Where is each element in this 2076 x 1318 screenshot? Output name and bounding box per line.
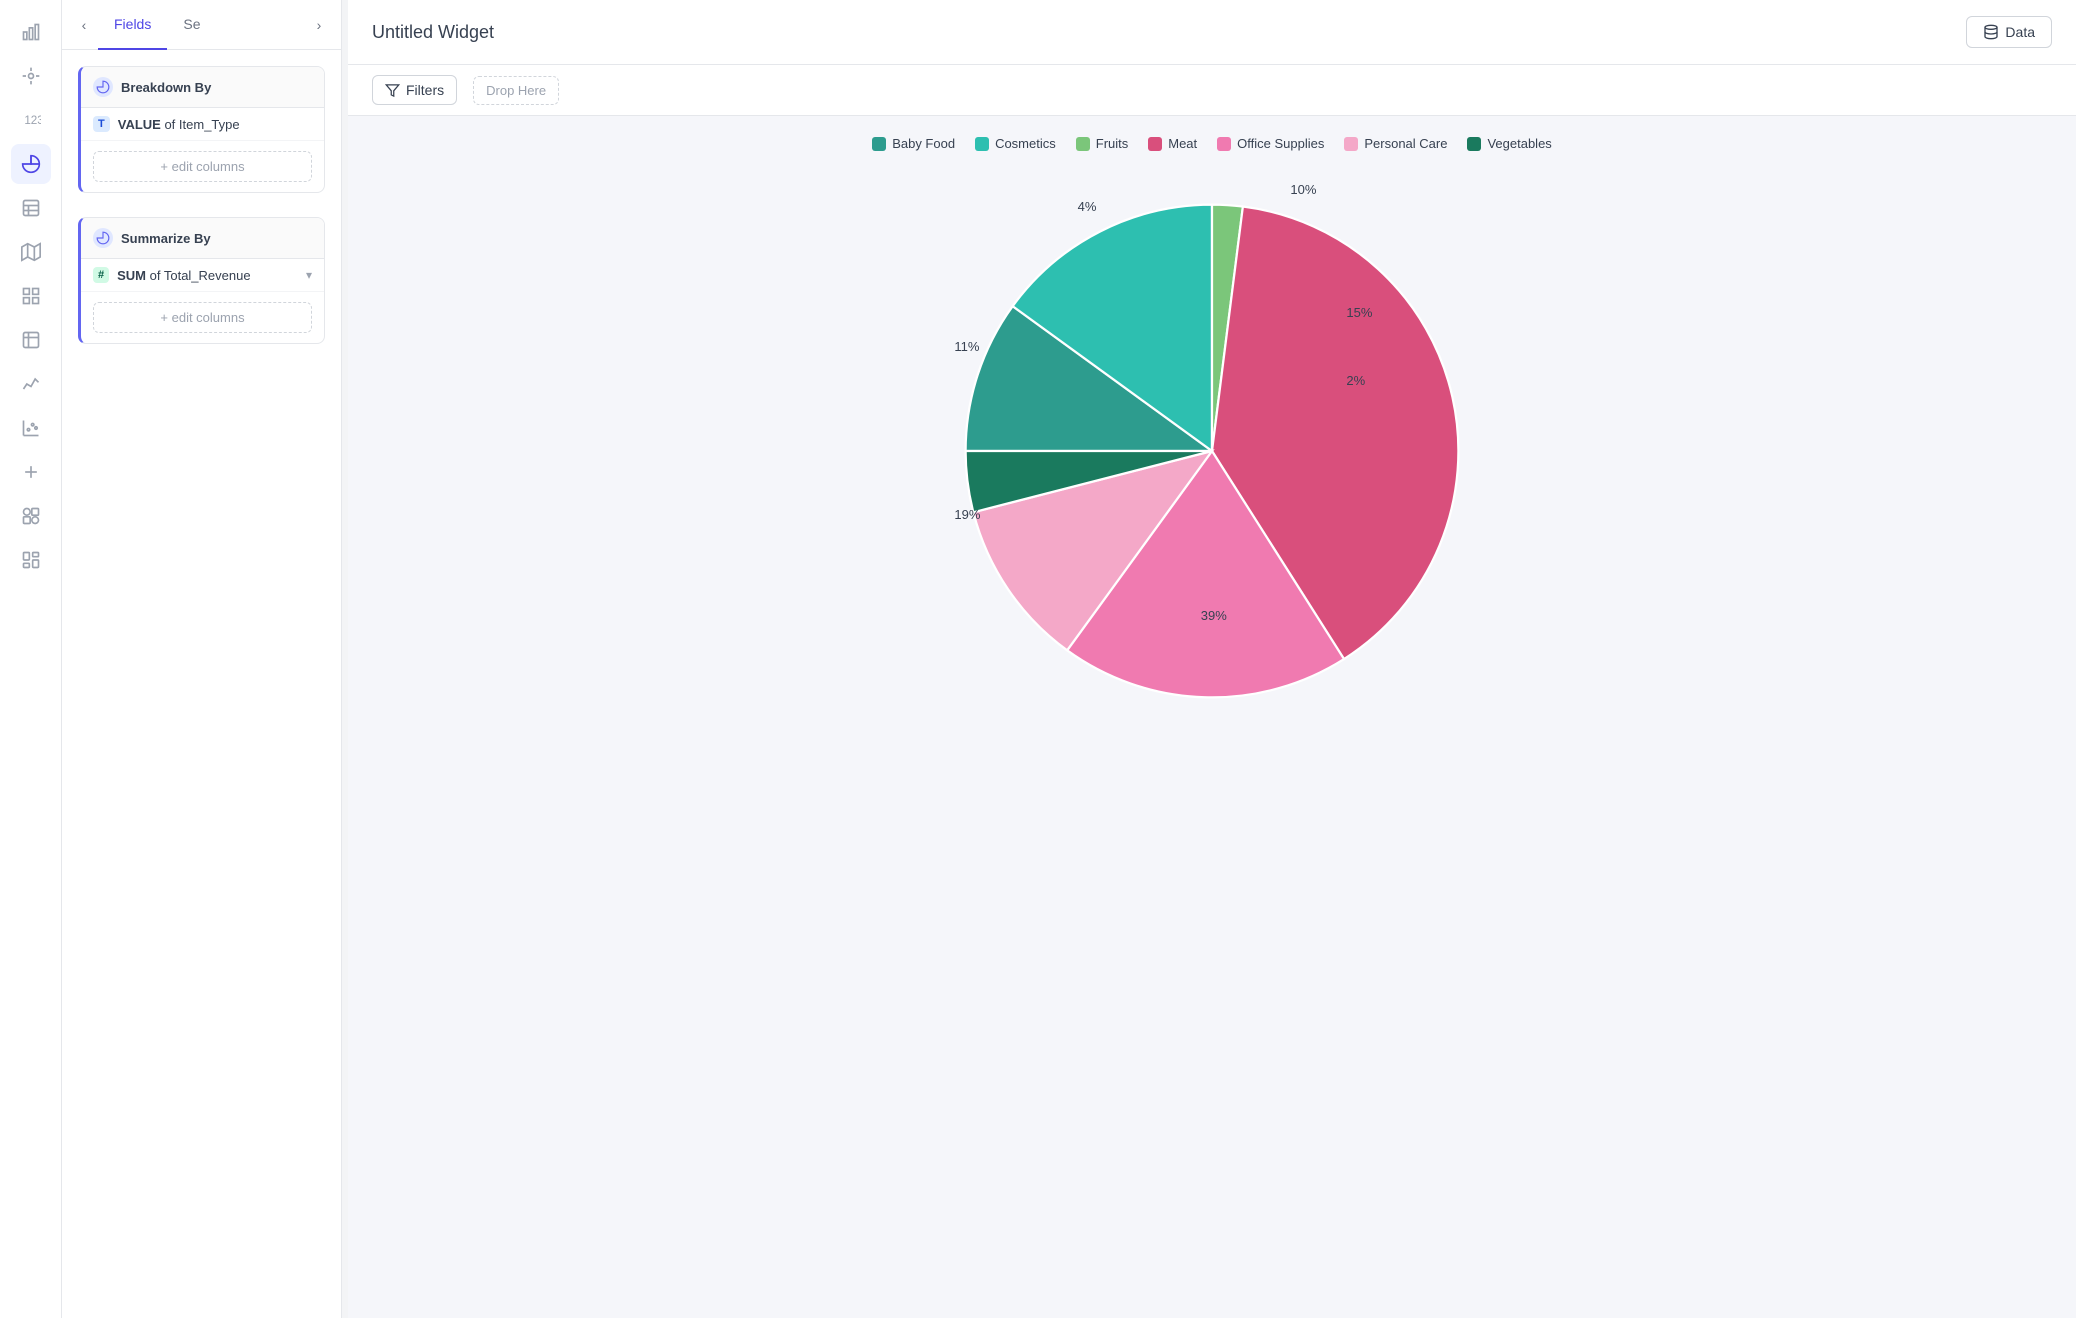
legend-label-cosmetics: Cosmetics [995,136,1056,151]
legend-office-supplies: Office Supplies [1217,136,1324,151]
breakdown-field-label: VALUE of Item_Type [118,117,240,132]
breakdown-header: Breakdown By [81,67,324,108]
drop-here-zone[interactable]: Drop Here [473,76,559,105]
summarize-header: Summarize By [81,218,324,259]
line-chart-icon[interactable] [11,56,51,96]
svg-text:123: 123 [24,114,41,127]
chart-legend: Baby Food Cosmetics Fruits Meat Office S… [872,136,1552,151]
summarize-icon [93,228,113,248]
label-office-supplies: 19% [954,507,980,522]
pie-chart-svg [932,171,1492,731]
summarize-edit-columns-button[interactable]: + edit columns [93,302,312,333]
legend-cosmetics: Cosmetics [975,136,1056,151]
filters-label: Filters [406,82,444,98]
breakdown-edit-columns-button[interactable]: + edit columns [93,151,312,182]
dashboard-icon[interactable] [11,540,51,580]
label-vegetables: 4% [1078,199,1097,214]
label-cosmetics: 15% [1346,305,1372,320]
legend-fruits: Fruits [1076,136,1129,151]
legend-baby-food: Baby Food [872,136,955,151]
legend-personal-care: Personal Care [1344,136,1447,151]
scatter-icon[interactable] [11,408,51,448]
summarize-field-label: SUM of Total_Revenue [117,268,250,283]
legend-label-baby-food: Baby Food [892,136,955,151]
fields-panel: ‹ Fields Se › Breakdown By T VALUE of It… [62,0,342,1318]
fields-panel-body: Breakdown By T VALUE of Item_Type + edit… [62,50,341,1318]
legend-color-meat [1148,137,1162,151]
breakdown-title: Breakdown By [121,80,211,95]
breakdown-section: Breakdown By T VALUE of Item_Type + edit… [78,66,325,193]
main-content: Untitled Widget Data Filters Drop Here B… [348,0,2076,1318]
summarize-section: Summarize By # SUM of Total_Revenue ▾ + … [78,217,325,344]
field-tag-t: T [93,116,110,132]
legend-color-vegetables [1467,137,1481,151]
bar-chart-icon[interactable] [11,12,51,52]
summarize-title: Summarize By [121,231,211,246]
field-tag-hash: # [93,267,109,283]
grid-icon[interactable] [11,276,51,316]
number-icon[interactable]: 123 [11,100,51,140]
label-fruits: 2% [1346,373,1365,388]
legend-label-personal-care: Personal Care [1364,136,1447,151]
summarize-field-item[interactable]: # SUM of Total_Revenue ▾ [81,259,324,292]
icon-sidebar: 123 [0,0,62,1318]
legend-label-meat: Meat [1168,136,1197,151]
label-meat: 39% [1201,608,1227,623]
chevron-left-button[interactable]: ‹ [70,11,98,39]
map-icon[interactable] [11,232,51,272]
legend-color-personal-care [1344,137,1358,151]
pie-chart-container: 10% 15% 2% 39% 19% 11% 4% [932,171,1492,731]
legend-color-cosmetics [975,137,989,151]
data-button[interactable]: Data [1966,16,2052,48]
filters-button[interactable]: Filters [372,75,457,105]
panel-tabs: Fields Se [98,0,305,49]
data-button-label: Data [2005,24,2035,40]
pivot-icon[interactable] [11,320,51,360]
filters-bar: Filters Drop Here [348,65,2076,116]
legend-color-baby-food [872,137,886,151]
legend-label-office-supplies: Office Supplies [1237,136,1324,151]
panel-header: ‹ Fields Se › [62,0,341,50]
area-chart-icon[interactable] [11,364,51,404]
main-header: Untitled Widget Data [348,0,2076,65]
plus-cross-icon[interactable] [11,452,51,492]
widget-icon[interactable] [11,496,51,536]
legend-meat: Meat [1148,136,1197,151]
legend-vegetables: Vegetables [1467,136,1551,151]
summarize-dropdown-icon[interactable]: ▾ [306,268,312,282]
widget-title: Untitled Widget [372,22,494,43]
chevron-right-button[interactable]: › [305,11,333,39]
label-baby-food: 10% [1290,182,1316,197]
label-personal-care: 11% [954,339,979,354]
legend-color-office-supplies [1217,137,1231,151]
chart-area: Baby Food Cosmetics Fruits Meat Office S… [348,116,2076,1318]
legend-label-fruits: Fruits [1096,136,1129,151]
tab-fields[interactable]: Fields [98,0,167,50]
pie-chart-icon[interactable] [11,144,51,184]
tab-settings[interactable]: Se [167,0,216,50]
breakdown-icon [93,77,113,97]
table-icon[interactable] [11,188,51,228]
legend-color-fruits [1076,137,1090,151]
legend-label-vegetables: Vegetables [1487,136,1551,151]
breakdown-field-item[interactable]: T VALUE of Item_Type [81,108,324,141]
